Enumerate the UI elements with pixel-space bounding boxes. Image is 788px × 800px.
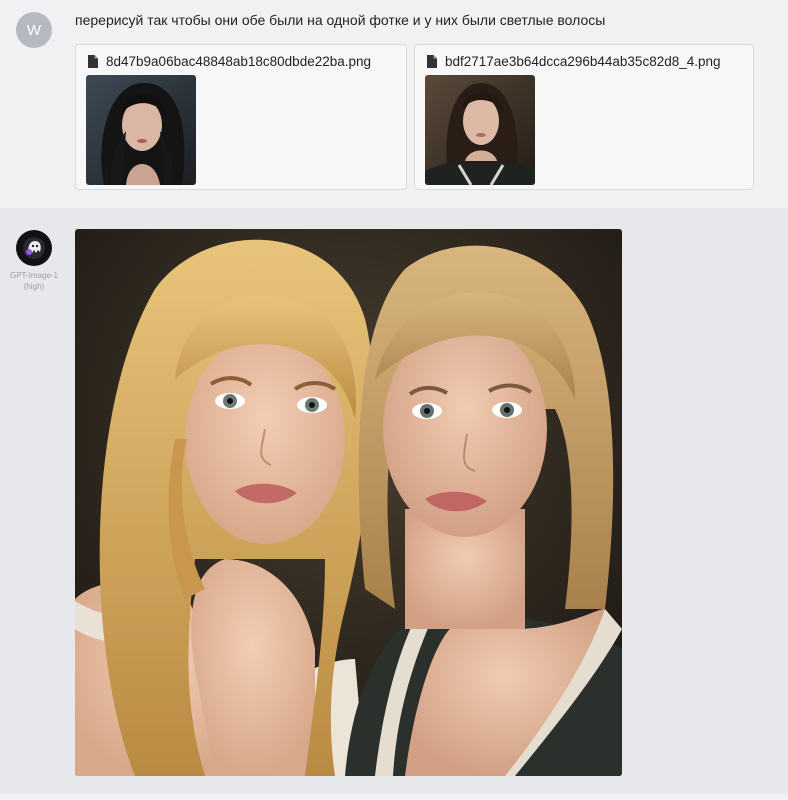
bot-avatar[interactable] (16, 230, 52, 266)
model-name: GPT-Image-1 (high) (4, 270, 64, 292)
model-name-line2: (high) (23, 282, 45, 291)
model-name-line1: GPT-Image-1 (9, 271, 58, 280)
ghost-icon (23, 237, 45, 259)
attachment-card-2[interactable]: bdf2717ae3b64dcca296b44ab35c82d8_4.png (414, 44, 754, 190)
attachment-thumbnail[interactable] (425, 75, 535, 185)
attachment-filename-row: 8d47b9a06bac48848ab18c80dbde22ba.png (88, 54, 371, 69)
bot-message: GPT-Image-1 (high) (0, 208, 788, 794)
bottom-divider (0, 794, 788, 800)
file-icon (427, 55, 437, 68)
file-icon (88, 55, 98, 68)
generated-image[interactable] (75, 229, 622, 776)
user-avatar[interactable]: W (16, 12, 52, 48)
attachment-card-1[interactable]: 8d47b9a06bac48848ab18c80dbde22ba.png (75, 44, 407, 190)
user-message-text: перерисуй так чтобы они обе были на одно… (75, 12, 606, 28)
attachment-filename[interactable]: bdf2717ae3b64dcca296b44ab35c82d8_4.png (445, 54, 721, 69)
attachment-filename[interactable]: 8d47b9a06bac48848ab18c80dbde22ba.png (106, 54, 371, 69)
attachment-filename-row: bdf2717ae3b64dcca296b44ab35c82d8_4.png (427, 54, 721, 69)
attachment-thumbnail[interactable] (86, 75, 196, 185)
user-message: W перерисуй так чтобы они обе были на од… (0, 0, 788, 208)
